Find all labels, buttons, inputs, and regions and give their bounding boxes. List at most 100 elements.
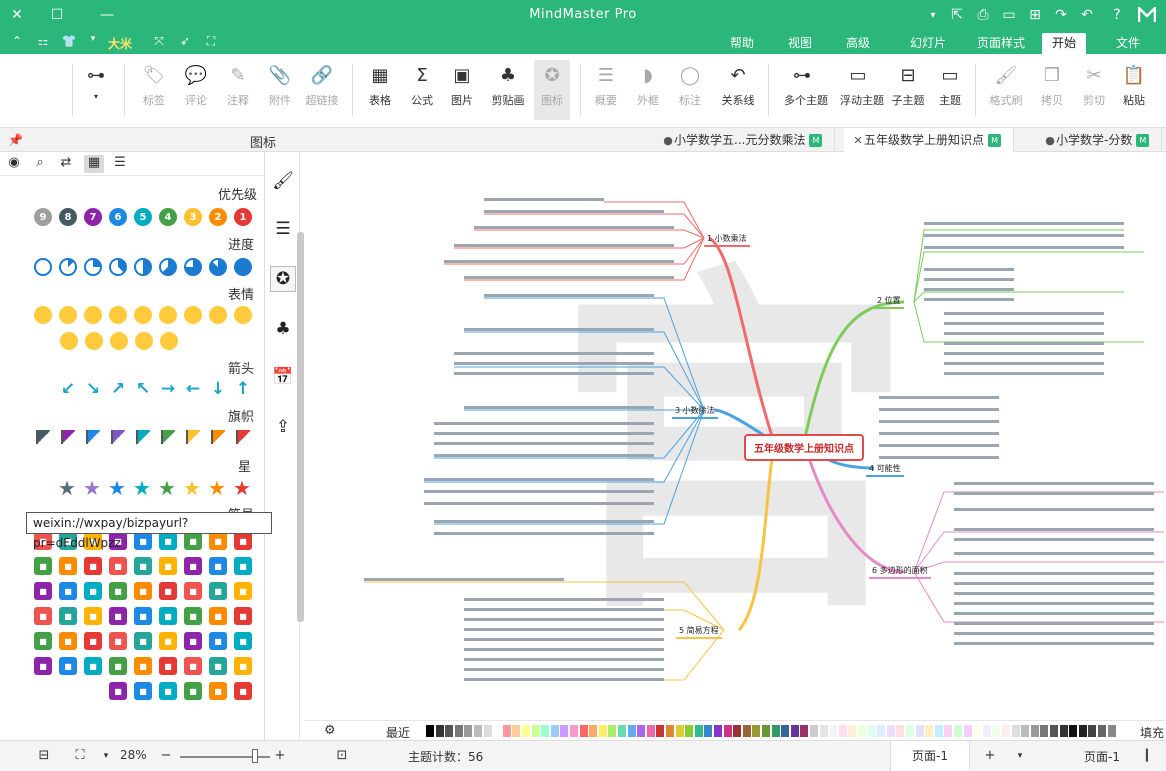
main-topic[interactable]: 1 小数乘法 bbox=[704, 232, 750, 247]
color-swatch[interactable] bbox=[944, 725, 953, 737]
face-icon[interactable] bbox=[135, 332, 153, 350]
face-icon[interactable] bbox=[209, 306, 227, 324]
close-tab-icon[interactable]: ● bbox=[662, 129, 674, 153]
mark-button[interactable]: ✪ 图标 bbox=[534, 60, 570, 120]
color-swatch[interactable] bbox=[915, 725, 924, 737]
page-tab[interactable]: 页面-1 bbox=[890, 741, 970, 771]
grid-view-icon[interactable]: ▦ bbox=[84, 155, 104, 173]
color-swatch[interactable] bbox=[742, 725, 751, 737]
arrow-icon[interactable]: ↖ bbox=[134, 380, 152, 398]
color-swatch[interactable] bbox=[896, 725, 905, 737]
symbol-icon[interactable]: ■ bbox=[209, 682, 227, 700]
priority-5-icon[interactable]: 5 bbox=[134, 208, 152, 226]
cut-button[interactable]: ✂ 剪切 bbox=[1076, 60, 1112, 120]
symbol-icon[interactable]: ■ bbox=[84, 607, 102, 625]
color-swatch[interactable] bbox=[781, 725, 790, 737]
tab-multiplication[interactable]: ●小学数学五...元分数乘法 M bbox=[654, 128, 836, 153]
hyperlink-button[interactable]: 🔗 超链接 bbox=[304, 60, 340, 120]
color-swatch[interactable] bbox=[829, 725, 838, 737]
zoom-out-icon[interactable]: − bbox=[156, 746, 176, 766]
color-swatch[interactable] bbox=[579, 725, 588, 737]
color-swatch[interactable] bbox=[646, 725, 655, 737]
flag-icon[interactable] bbox=[161, 430, 175, 444]
flag-icon[interactable] bbox=[111, 430, 125, 444]
symbol-icon[interactable]: ■ bbox=[134, 632, 152, 650]
symbol-icon[interactable]: ■ bbox=[134, 582, 152, 600]
arrow-icon[interactable]: → bbox=[159, 380, 177, 398]
face-icon[interactable] bbox=[59, 306, 77, 324]
symbol-icon[interactable]: ■ bbox=[84, 582, 102, 600]
color-swatch[interactable] bbox=[954, 725, 962, 737]
color-swatch[interactable] bbox=[435, 725, 444, 737]
color-swatch[interactable] bbox=[454, 725, 463, 737]
progress-icon[interactable] bbox=[59, 258, 77, 276]
symbol-icon[interactable]: ■ bbox=[159, 657, 177, 675]
menu-advanced[interactable]: 高级 bbox=[836, 33, 880, 54]
star-icon[interactable]: ★ bbox=[57, 478, 77, 498]
format-painter-button[interactable]: 🖌 格式刷 bbox=[988, 60, 1024, 120]
color-swatch[interactable] bbox=[723, 725, 732, 737]
minimize-icon[interactable]: — bbox=[96, 4, 118, 26]
symbol-icon[interactable]: ■ bbox=[234, 582, 252, 600]
mindmap-canvas[interactable]: 宫 五年级数学上册知识点 1 小数乘法 2 位置 3 小数除法 4 可能性 5 … bbox=[304, 152, 1166, 720]
eye-icon[interactable]: ◉ bbox=[4, 155, 24, 173]
symbol-icon[interactable]: ■ bbox=[134, 607, 152, 625]
share-icon[interactable]: ⤧ bbox=[150, 34, 168, 50]
star-icon[interactable]: ★ bbox=[107, 478, 127, 498]
color-swatch[interactable] bbox=[963, 725, 972, 737]
add-page-icon[interactable]: + bbox=[980, 746, 1000, 766]
symbol-icon[interactable]: ■ bbox=[209, 657, 227, 675]
color-swatch[interactable] bbox=[627, 725, 636, 737]
color-swatch[interactable] bbox=[992, 725, 1001, 737]
color-swatch[interactable] bbox=[464, 725, 473, 737]
symbol-icon[interactable]: ■ bbox=[234, 632, 252, 650]
color-swatch[interactable] bbox=[560, 725, 569, 737]
clipart-button[interactable]: ♣ 剪贴画 bbox=[490, 60, 526, 120]
symbol-icon[interactable]: ■ bbox=[134, 657, 152, 675]
star-icon[interactable]: ★ bbox=[132, 478, 152, 498]
face-icon[interactable] bbox=[110, 332, 128, 350]
symbol-icon[interactable]: ■ bbox=[234, 532, 252, 550]
symbol-icon[interactable]: ■ bbox=[209, 582, 227, 600]
color-swatch[interactable] bbox=[656, 725, 665, 737]
color-swatch[interactable] bbox=[790, 725, 799, 737]
color-swatch[interactable] bbox=[934, 725, 943, 737]
menu-file[interactable]: 文件 bbox=[1106, 33, 1150, 54]
main-topic[interactable]: 5 简易方程 bbox=[676, 624, 722, 639]
symbol-icon[interactable]: ■ bbox=[59, 557, 77, 575]
color-swatch[interactable] bbox=[819, 725, 828, 737]
color-swatch[interactable] bbox=[502, 725, 511, 737]
maximize-icon[interactable]: ☐ bbox=[46, 4, 68, 26]
symbol-icon[interactable]: ■ bbox=[209, 532, 227, 550]
list-view-icon[interactable]: ☰ bbox=[110, 155, 130, 173]
palette-settings-icon[interactable]: ⚙ bbox=[324, 723, 336, 738]
priority-3-icon[interactable]: 3 bbox=[184, 208, 202, 226]
topic-button[interactable]: ▭ 主题 bbox=[932, 60, 968, 120]
picture-button[interactable]: ▣ 图片 bbox=[444, 60, 480, 120]
zoom-thumb[interactable] bbox=[252, 749, 258, 763]
flag-icon[interactable] bbox=[36, 430, 50, 444]
symbol-icon[interactable]: ■ bbox=[59, 657, 77, 675]
symbol-icon[interactable]: ■ bbox=[184, 632, 202, 650]
arrow-icon[interactable]: ↑ bbox=[234, 380, 252, 398]
symbol-icon[interactable]: ■ bbox=[234, 557, 252, 575]
color-swatch[interactable] bbox=[1030, 725, 1039, 737]
symbol-icon[interactable]: ■ bbox=[184, 557, 202, 575]
symbol-icon[interactable]: ■ bbox=[109, 607, 127, 625]
priority-6-icon[interactable]: 6 bbox=[109, 208, 127, 226]
star-icon[interactable]: ★ bbox=[207, 478, 227, 498]
search-icon[interactable]: ⌕ bbox=[30, 155, 50, 173]
face-icon[interactable] bbox=[184, 306, 202, 324]
symbol-icon[interactable]: ■ bbox=[59, 607, 77, 625]
color-swatch[interactable] bbox=[666, 725, 674, 737]
symbol-icon[interactable]: ■ bbox=[209, 607, 227, 625]
star-icon[interactable]: ★ bbox=[157, 478, 177, 498]
color-swatch[interactable] bbox=[598, 725, 607, 737]
symbol-icon[interactable]: ■ bbox=[109, 632, 127, 650]
arrow-icon[interactable]: ↗ bbox=[109, 380, 127, 398]
main-topic[interactable]: 3 小数除法 bbox=[672, 404, 718, 419]
arrow-icon[interactable]: ← bbox=[184, 380, 202, 398]
format-icon[interactable]: 🖌 bbox=[270, 168, 296, 194]
vertical-scrollbar[interactable] bbox=[297, 232, 304, 622]
color-swatch[interactable] bbox=[867, 725, 876, 737]
